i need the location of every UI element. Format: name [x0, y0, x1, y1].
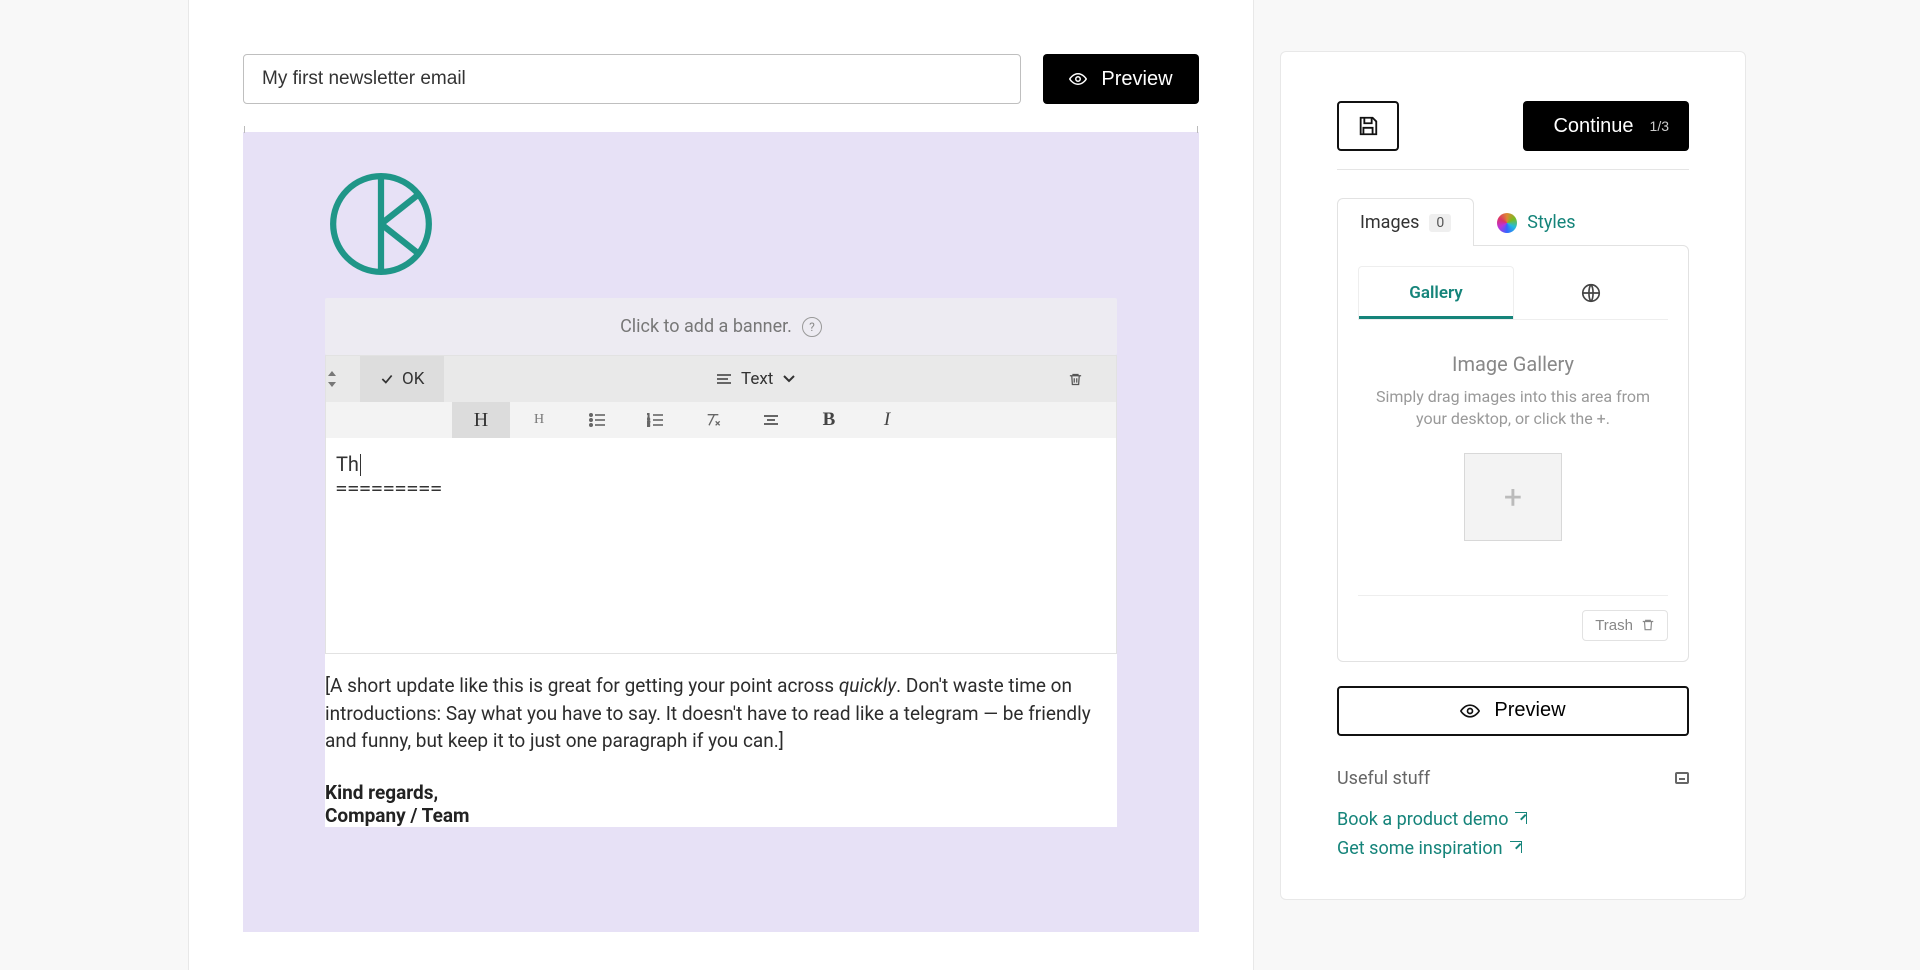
- text-caret: [360, 454, 361, 476]
- subtab-web[interactable]: [1514, 266, 1668, 319]
- brand-logo: [329, 172, 433, 276]
- link-book-demo[interactable]: Book a product demo: [1337, 809, 1527, 830]
- continue-button[interactable]: Continue 1/3: [1523, 101, 1689, 151]
- paragraph-icon: [717, 372, 731, 386]
- external-link-icon: [1515, 812, 1527, 824]
- tab-images-label: Images: [1360, 212, 1419, 233]
- delete-block-button[interactable]: [1068, 371, 1116, 388]
- collapse-icon[interactable]: [1675, 772, 1689, 784]
- signoff-line1[interactable]: Kind regards,: [325, 781, 1117, 804]
- preview-button-top[interactable]: Preview: [1043, 54, 1199, 104]
- sidebar-panel: Continue 1/3 Images 0 Styles Gallery: [1280, 51, 1746, 900]
- add-image-dropzone[interactable]: +: [1464, 453, 1562, 541]
- numbered-list-button[interactable]: 123: [626, 402, 684, 438]
- images-tab-panel: Gallery Image Gallery Simply drag images…: [1337, 245, 1689, 662]
- canvas-ruler: [243, 126, 1199, 132]
- external-link-icon: [1510, 841, 1522, 853]
- subject-input[interactable]: [243, 54, 1021, 104]
- ok-label: OK: [402, 369, 424, 389]
- align-center-button[interactable]: [742, 402, 800, 438]
- divider: [1337, 169, 1689, 170]
- heading-small-button[interactable]: H: [510, 402, 568, 438]
- tab-images-count: 0: [1429, 214, 1451, 232]
- save-button[interactable]: [1337, 101, 1399, 151]
- text-editor-area[interactable]: Th =========: [326, 438, 1116, 653]
- bullet-list-button[interactable]: [568, 402, 626, 438]
- tab-styles-label: Styles: [1527, 212, 1575, 233]
- link-inspiration[interactable]: Get some inspiration: [1337, 838, 1522, 859]
- heading-large-button[interactable]: H: [452, 402, 510, 438]
- clear-format-button[interactable]: [684, 402, 742, 438]
- banner-prompt-text: Click to add a banner.: [620, 316, 792, 337]
- tab-images[interactable]: Images 0: [1337, 198, 1474, 246]
- svg-text:3: 3: [647, 423, 650, 427]
- trash-icon: [1641, 617, 1655, 633]
- gallery-title: Image Gallery: [1364, 352, 1662, 376]
- chevron-down-icon: [783, 375, 795, 383]
- subtab-gallery[interactable]: Gallery: [1358, 266, 1514, 319]
- signoff-line2[interactable]: Company / Team: [325, 804, 1117, 827]
- preview-label: Preview: [1494, 699, 1565, 722]
- color-wheel-icon: [1497, 213, 1517, 233]
- body-paragraph[interactable]: [A short update like this is great for g…: [325, 654, 1117, 755]
- trash-button[interactable]: Trash: [1582, 610, 1668, 641]
- heading-underline: =========: [336, 478, 1106, 499]
- gallery-description: Simply drag images into this area from y…: [1364, 386, 1662, 431]
- text-block: OK Text: [325, 355, 1117, 654]
- step-indicator: 1/3: [1650, 118, 1669, 134]
- eye-icon: [1460, 701, 1480, 721]
- ok-button[interactable]: OK: [360, 356, 444, 402]
- block-type-label: Text: [741, 369, 773, 389]
- block-type-dropdown[interactable]: Text: [707, 369, 805, 389]
- save-icon: [1357, 115, 1379, 137]
- editor-main-panel: Preview Click to add a banner. ?: [188, 0, 1254, 970]
- check-icon: [380, 372, 394, 386]
- trash-icon: [1068, 371, 1083, 388]
- eye-icon: [1069, 70, 1087, 88]
- heading-text: Th: [336, 452, 359, 476]
- bold-button[interactable]: B: [800, 402, 858, 438]
- email-canvas: Click to add a banner. ? OK: [243, 132, 1199, 932]
- continue-label: Continue: [1553, 115, 1633, 138]
- italic-button[interactable]: I: [858, 402, 916, 438]
- tab-styles[interactable]: Styles: [1474, 198, 1598, 246]
- help-icon[interactable]: ?: [802, 317, 822, 337]
- preview-button-label: Preview: [1101, 68, 1172, 91]
- globe-icon: [1580, 282, 1602, 304]
- useful-stuff-heading: Useful stuff: [1337, 768, 1675, 789]
- add-banner-slot[interactable]: Click to add a banner. ?: [325, 298, 1117, 355]
- preview-button-sidebar[interactable]: Preview: [1337, 686, 1689, 736]
- drag-handle-icon[interactable]: [326, 371, 360, 387]
- trash-label: Trash: [1595, 617, 1633, 634]
